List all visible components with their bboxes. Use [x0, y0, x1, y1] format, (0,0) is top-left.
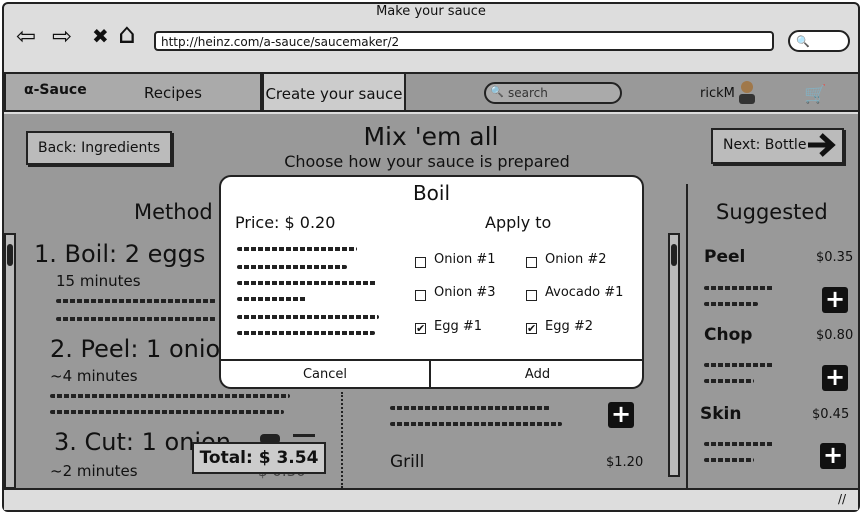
step2-title: 2. Peel: 1 onio: [50, 335, 221, 363]
step1-time: 15 minutes: [56, 272, 141, 290]
checkbox-onion-3[interactable]: [415, 290, 426, 301]
add-suggested-button[interactable]: +: [820, 443, 846, 469]
tab-create-your-sauce[interactable]: Create your sauce: [262, 72, 406, 112]
checkbox-egg-1[interactable]: ✔: [415, 323, 426, 334]
modal-description: [237, 315, 379, 319]
username[interactable]: rickM: [700, 86, 735, 101]
suggested-item-price: $0.80: [816, 328, 854, 343]
total-price: Total: $ 3.54: [192, 442, 326, 474]
back-arrow-icon[interactable]: ⇦: [16, 24, 36, 48]
cancel-button[interactable]: Cancel: [221, 361, 431, 387]
grill-label: Grill: [390, 452, 425, 472]
add-suggested-button[interactable]: +: [822, 365, 848, 391]
search-icon: 🔍: [796, 35, 810, 48]
apply-to-label: Apply to: [485, 213, 552, 232]
suggested-item-name: Peel: [704, 247, 746, 267]
modal-description: [237, 281, 377, 285]
avatar[interactable]: [738, 80, 756, 104]
url-bar[interactable]: http://heinz.com/a-sauce/saucemaker/2: [154, 31, 774, 51]
grill-price: $1.20: [606, 455, 644, 470]
suggested-item-description: [704, 302, 758, 306]
step1-description: [56, 317, 216, 321]
suggested-item-description: [704, 286, 774, 290]
modal-description: [237, 297, 307, 301]
resize-grip-icon[interactable]: //: [838, 492, 846, 506]
modal-description: [237, 247, 357, 251]
add-button[interactable]: Add: [433, 361, 642, 387]
checkbox-label: Onion #1: [434, 252, 496, 267]
step1-description: [56, 299, 216, 303]
modal-description: [237, 331, 375, 335]
modal-description: [237, 265, 347, 269]
checkbox-onion-2[interactable]: [526, 257, 537, 268]
add-plus-button[interactable]: +: [608, 402, 634, 428]
middle-description: [390, 406, 550, 410]
close-icon[interactable]: ✖: [92, 24, 109, 48]
checkbox-label: Egg #2: [545, 319, 594, 334]
tab-recipes[interactable]: Recipes: [144, 84, 202, 102]
suggested-item-price: $0.35: [816, 250, 854, 265]
step2-description: [50, 394, 290, 398]
step2-description: [50, 410, 284, 414]
search-input[interactable]: search: [484, 82, 622, 104]
checkbox-label: Onion #2: [545, 252, 607, 267]
checkbox-label: Onion #3: [434, 285, 496, 300]
suggested-item-description: [704, 442, 774, 446]
page-subtitle: Choose how your sauce is prepared: [284, 152, 570, 171]
suggested-item-description: [704, 379, 754, 383]
suggested-divider: [686, 184, 688, 488]
step1-title: 1. Boil: 2 eggs: [34, 240, 206, 268]
checkbox-label: Avocado #1: [545, 285, 624, 300]
modal-price: Price: $ 0.20: [235, 213, 336, 232]
page-title: Mix 'em all: [363, 122, 499, 151]
modal-title: Boil: [412, 181, 451, 205]
status-bar: [4, 488, 858, 510]
column-divider: [341, 392, 343, 488]
home-icon[interactable]: ⌂: [118, 20, 136, 48]
method-scrollbar-thumb[interactable]: [7, 244, 13, 266]
search-icon: 🔍: [490, 85, 504, 98]
suggested-item-description: [704, 363, 774, 367]
logo[interactable]: α-Sauce: [24, 82, 87, 98]
checkbox-onion-1[interactable]: [415, 257, 426, 268]
checkbox-label: Egg #1: [434, 319, 483, 334]
forward-arrow-icon[interactable]: ⇨: [52, 24, 72, 48]
suggested-item-price: $0.45: [812, 407, 850, 422]
checkbox-avocado-1[interactable]: [526, 290, 537, 301]
options-scrollbar-thumb[interactable]: [671, 244, 677, 266]
suggested-item-name: Chop: [704, 325, 753, 345]
options-scrollbar[interactable]: [668, 233, 680, 477]
step3-remove-icon[interactable]: [293, 434, 315, 437]
step2-time: ~4 minutes: [50, 367, 138, 385]
add-suggested-button[interactable]: +: [822, 287, 848, 313]
boil-modal: Boil Price: $ 0.20 Apply to Onion #1 Oni…: [219, 175, 644, 389]
method-title: Method: [134, 200, 213, 224]
suggested-item-name: Skin: [700, 404, 742, 424]
step3-time: ~2 minutes: [50, 462, 138, 480]
checkbox-egg-2[interactable]: ✔: [526, 323, 537, 334]
suggested-item-description: [704, 458, 754, 462]
method-scrollbar[interactable]: [4, 233, 16, 489]
suggested-title: Suggested: [716, 200, 828, 224]
cart-icon[interactable]: 🛒: [804, 84, 826, 105]
middle-description: [390, 422, 562, 426]
